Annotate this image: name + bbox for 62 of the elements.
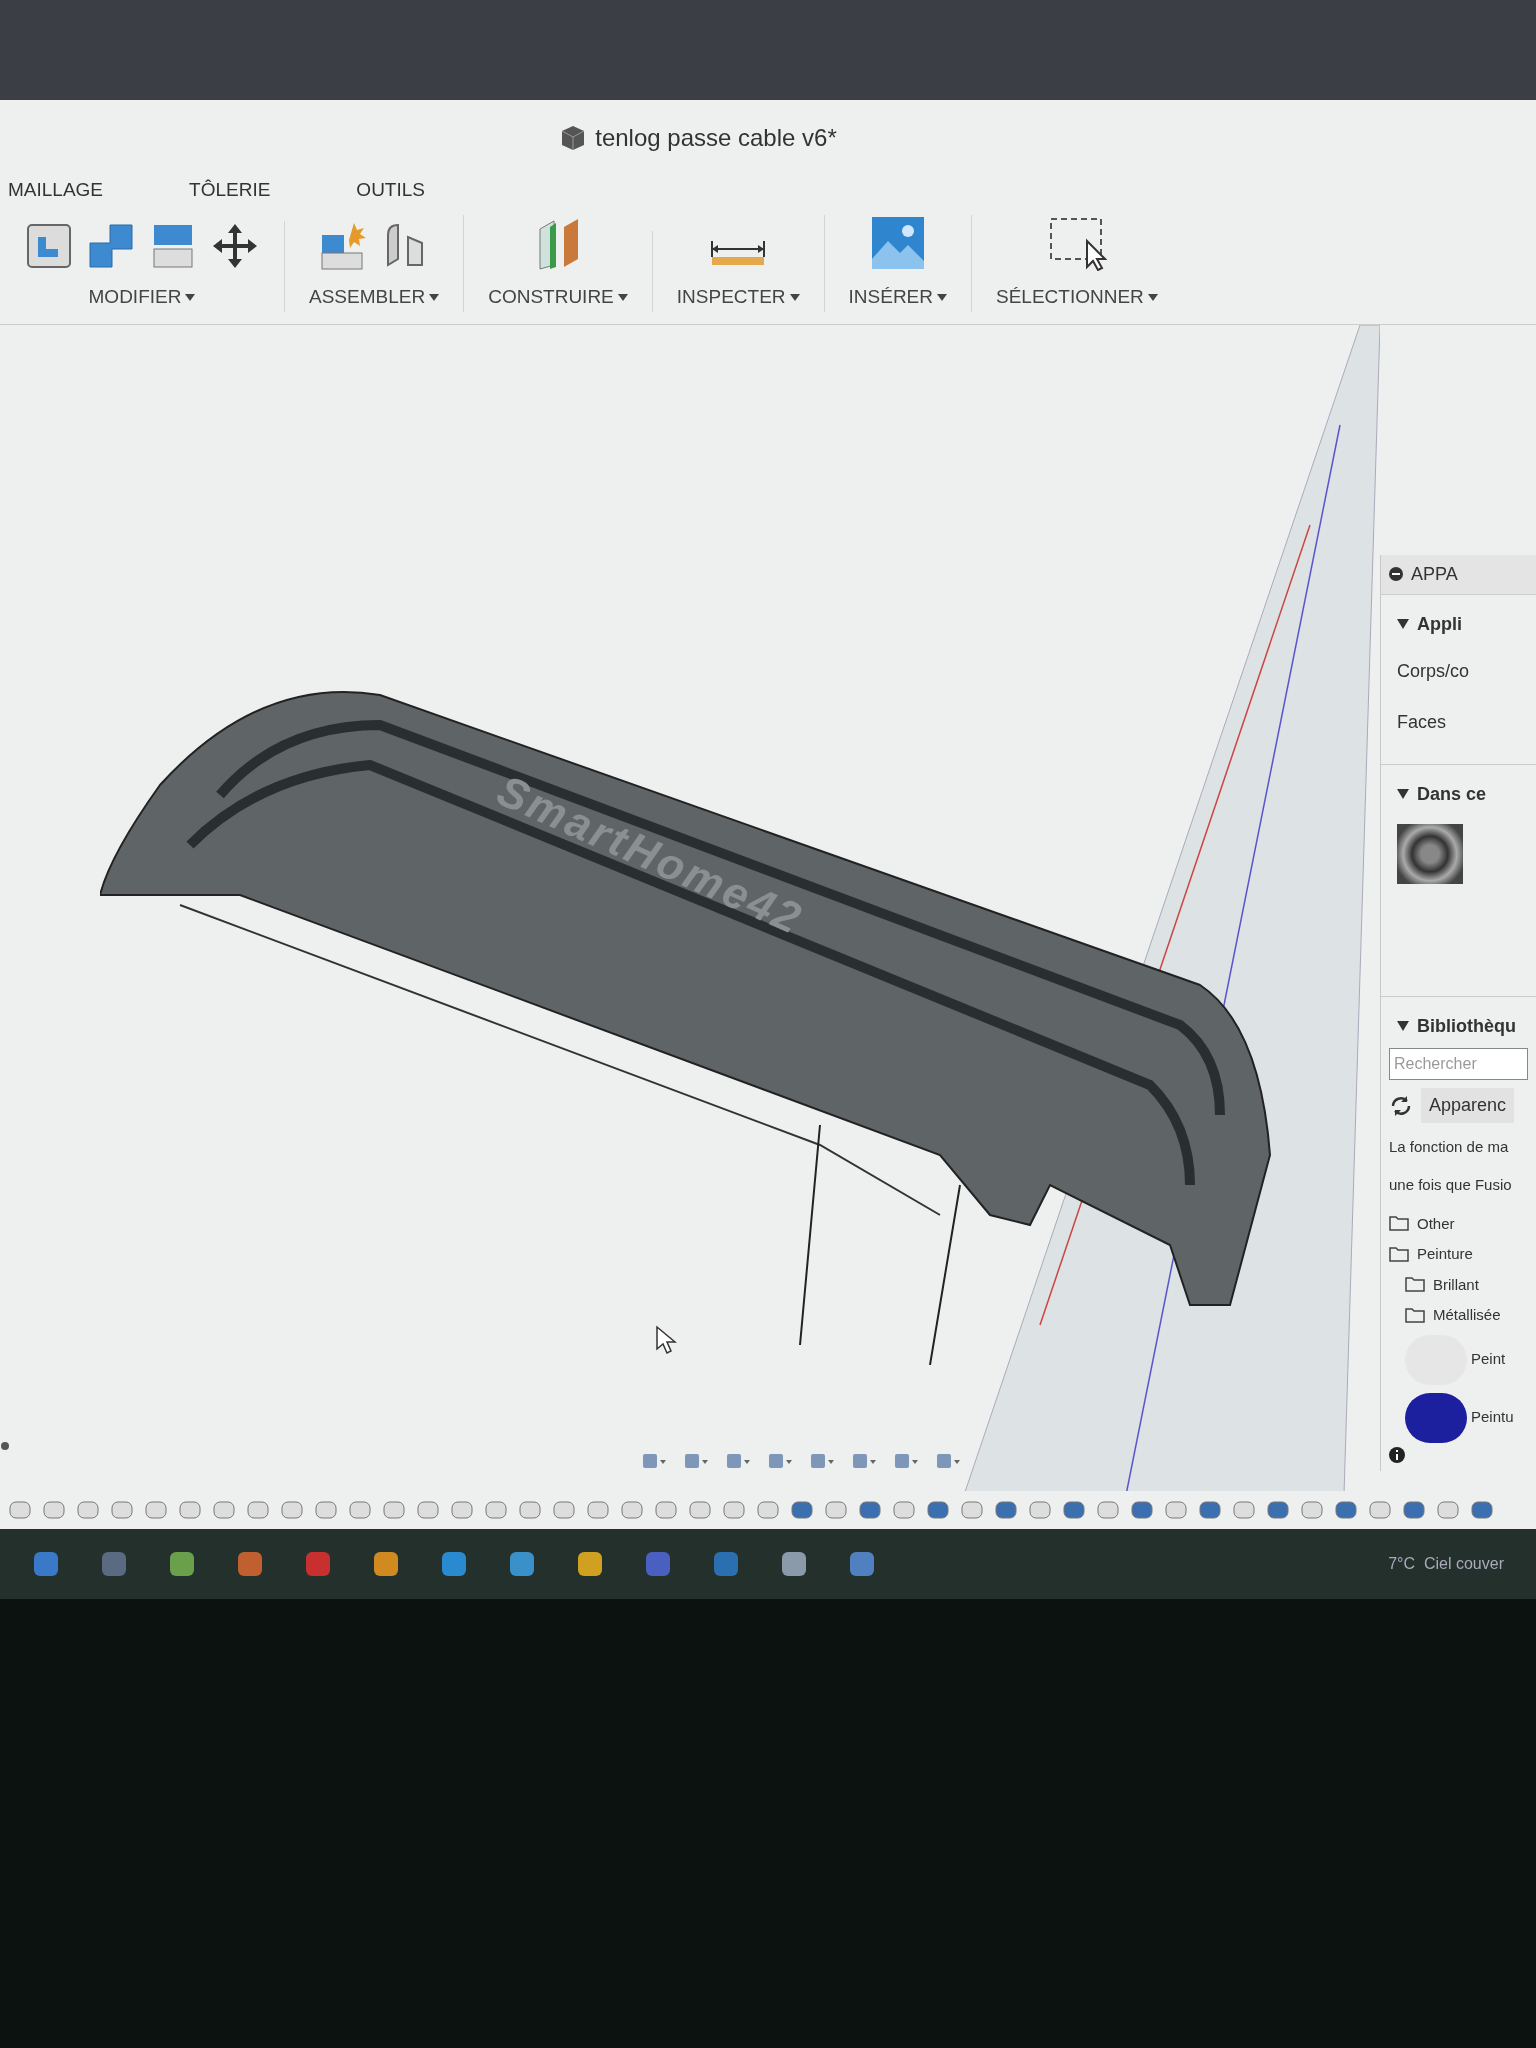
scroll-dot-icon [0, 1440, 10, 1451]
section-title: Bibliothèqu [1417, 1014, 1516, 1038]
material-label[interactable]: Peint [1471, 1348, 1506, 1371]
section-title: Appli [1417, 612, 1462, 636]
library-source-dropdown[interactable]: Apparenc [1421, 1088, 1515, 1123]
app-icon[interactable] [508, 1549, 536, 1578]
toolbar-tab[interactable]: OUTILS [352, 176, 429, 205]
app-icon[interactable] [304, 1549, 332, 1578]
toolbar-group-menu[interactable]: MODIFIER [88, 283, 196, 312]
caret-icon [185, 293, 196, 301]
combine-icon[interactable] [86, 221, 136, 271]
folder-icon [1389, 1216, 1409, 1232]
app-icon[interactable] [440, 1549, 468, 1578]
toolbar-tab[interactable]: TÔLERIE [185, 176, 275, 205]
folder-label[interactable]: Métallisée [1433, 1304, 1501, 1327]
caret-icon [617, 293, 628, 301]
document-title: tenlog passe cable v6* [595, 123, 837, 153]
notice-text: La fonction de ma [1389, 1136, 1510, 1157]
app-icon[interactable] [576, 1549, 604, 1578]
material-label[interactable]: Peintu [1471, 1406, 1514, 1429]
panel-collapse-icon[interactable] [1389, 567, 1403, 581]
caret-icon [937, 293, 947, 301]
material-swatch[interactable] [1397, 823, 1463, 884]
weather-text[interactable]: 7°C Ciel couver [1388, 1551, 1504, 1576]
toolbar-group-menu[interactable]: ASSEMBLER [309, 283, 440, 312]
applied-to-label: Corps/co [1396, 659, 1471, 683]
toolbar-group-menu[interactable]: SÉLECTIONNER [996, 283, 1158, 312]
section-title: Dans ce [1417, 782, 1487, 806]
info-icon[interactable] [1389, 1446, 1405, 1463]
toolbar-group-menu[interactable]: INSPECTER [676, 283, 800, 312]
caret-icon [789, 293, 800, 301]
toolbar-group-menu[interactable]: INSÉRER [848, 283, 947, 312]
app-icon[interactable] [644, 1549, 672, 1578]
disclosure-triangle-icon[interactable] [1397, 619, 1409, 629]
app-icon[interactable] [236, 1549, 264, 1578]
folder-icon [1405, 1307, 1425, 1323]
caret-icon [1147, 293, 1158, 301]
app-icon[interactable] [780, 1549, 808, 1578]
app-icon[interactable] [712, 1549, 740, 1578]
disclosure-triangle-icon[interactable] [1397, 789, 1409, 799]
search-field[interactable]: Rechercher [1389, 1047, 1528, 1080]
folder-label[interactable]: Peinture [1417, 1243, 1473, 1266]
notice-text: une fois que Fusio [1389, 1175, 1513, 1195]
folder-label[interactable]: Other [1417, 1212, 1455, 1235]
folder-icon [1389, 1246, 1409, 1262]
toolbar-tab[interactable]: MAILLAGE [4, 176, 108, 205]
folder-label[interactable]: Brillant [1433, 1273, 1479, 1296]
applied-to-label: Faces [1396, 710, 1448, 734]
mouse-pointer-icon [655, 1324, 677, 1355]
caret-icon [429, 293, 440, 301]
folder-icon [1405, 1277, 1425, 1293]
app-icon[interactable] [168, 1549, 196, 1578]
app-icon[interactable] [100, 1549, 128, 1578]
press-pull-icon[interactable] [24, 221, 74, 271]
image-icon[interactable] [869, 215, 926, 271]
panel-title: APPA [1411, 562, 1458, 586]
app-icon[interactable] [32, 1549, 60, 1578]
disclosure-triangle-icon[interactable] [1397, 1021, 1409, 1031]
material-swatch[interactable] [1405, 1392, 1467, 1443]
toolbar-group-menu[interactable]: CONSTRUIRE [488, 283, 628, 312]
app-icon[interactable] [848, 1549, 876, 1578]
app-icon[interactable] [372, 1549, 400, 1578]
